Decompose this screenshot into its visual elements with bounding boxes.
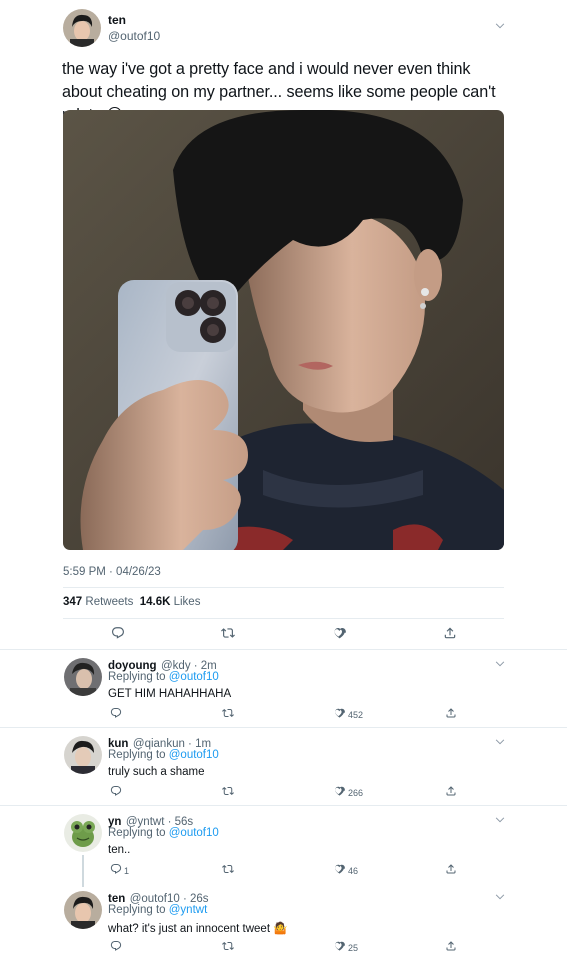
divider [0,649,567,650]
retweets-count[interactable]: 347 [63,596,82,608]
retweet-icon[interactable] [221,626,235,640]
tweet-stats: 347 Retweets 14.6K Likes [63,596,200,608]
replying-to: Replying to @outof10 [108,827,219,839]
heart-icon[interactable] [333,863,345,875]
heart-icon[interactable] [333,785,345,797]
like-count: 266 [348,788,364,798]
thread-line [82,855,84,887]
replying-to-label: Replying to [108,749,166,761]
divider [0,805,567,806]
reply-text: GET HIM HAHAHHAHA [108,688,232,700]
reply-icon[interactable] [111,626,125,640]
chevron-down-icon[interactable] [494,891,506,903]
replying-to-link[interactable]: @yntwt [169,904,208,916]
replying-to-label: Replying to [108,904,166,916]
replying-to-label: Replying to [108,827,166,839]
share-icon[interactable] [445,785,457,797]
replying-to-link[interactable]: @outof10 [169,749,219,761]
replying-to-label: Replying to [108,671,166,683]
reply-icon[interactable] [110,940,122,952]
reply-icon[interactable] [110,707,122,719]
retweet-icon[interactable] [222,863,234,875]
replying-to: Replying to @outof10 [108,671,219,683]
replying-to-link[interactable]: @outof10 [169,827,219,839]
chevron-down-icon[interactable] [494,814,506,826]
reply-icon[interactable] [110,863,122,875]
like-count: 452 [348,710,364,720]
chevron-down-icon[interactable] [494,20,506,32]
share-icon[interactable] [445,940,457,952]
share-icon[interactable] [445,863,457,875]
reply-avatar[interactable] [64,736,102,774]
divider [63,618,504,619]
chevron-down-icon[interactable] [494,736,506,748]
author-name[interactable]: ten [108,13,126,27]
divider [0,727,567,728]
reply-count: 1 [124,866,130,876]
likes-label[interactable]: Likes [174,596,201,608]
reply-avatar[interactable] [64,891,102,929]
reply-text: truly such a shame [108,766,205,778]
reply-avatar[interactable] [64,658,102,696]
chevron-down-icon[interactable] [494,658,506,670]
retweets-label[interactable]: Retweets [85,596,133,608]
retweet-icon[interactable] [222,707,234,719]
tweet-photo[interactable] [63,110,504,550]
tweet-timestamp[interactable]: 5:59 PM · 04/26/23 [63,566,161,578]
author-handle[interactable]: @outof10 [108,29,160,43]
retweet-icon[interactable] [222,940,234,952]
reply-text: what? it's just an innocent tweet 🤷 [108,923,288,935]
share-icon[interactable] [445,707,457,719]
replying-to: Replying to @yntwt [108,904,207,916]
author-avatar[interactable] [63,9,101,47]
replying-to-link[interactable]: @outof10 [169,671,219,683]
share-icon[interactable] [443,626,457,640]
likes-count[interactable]: 14.6K [140,596,171,608]
like-count: 46 [348,866,359,876]
divider [63,587,504,588]
reply-text: ten.. [108,844,131,856]
heart-icon[interactable] [332,626,346,640]
replying-to: Replying to @outof10 [108,749,219,761]
reply-avatar[interactable] [64,814,102,852]
reply-icon[interactable] [110,785,122,797]
heart-icon[interactable] [333,707,345,719]
like-count: 25 [348,943,359,953]
retweet-icon[interactable] [222,785,234,797]
heart-icon[interactable] [333,940,345,952]
